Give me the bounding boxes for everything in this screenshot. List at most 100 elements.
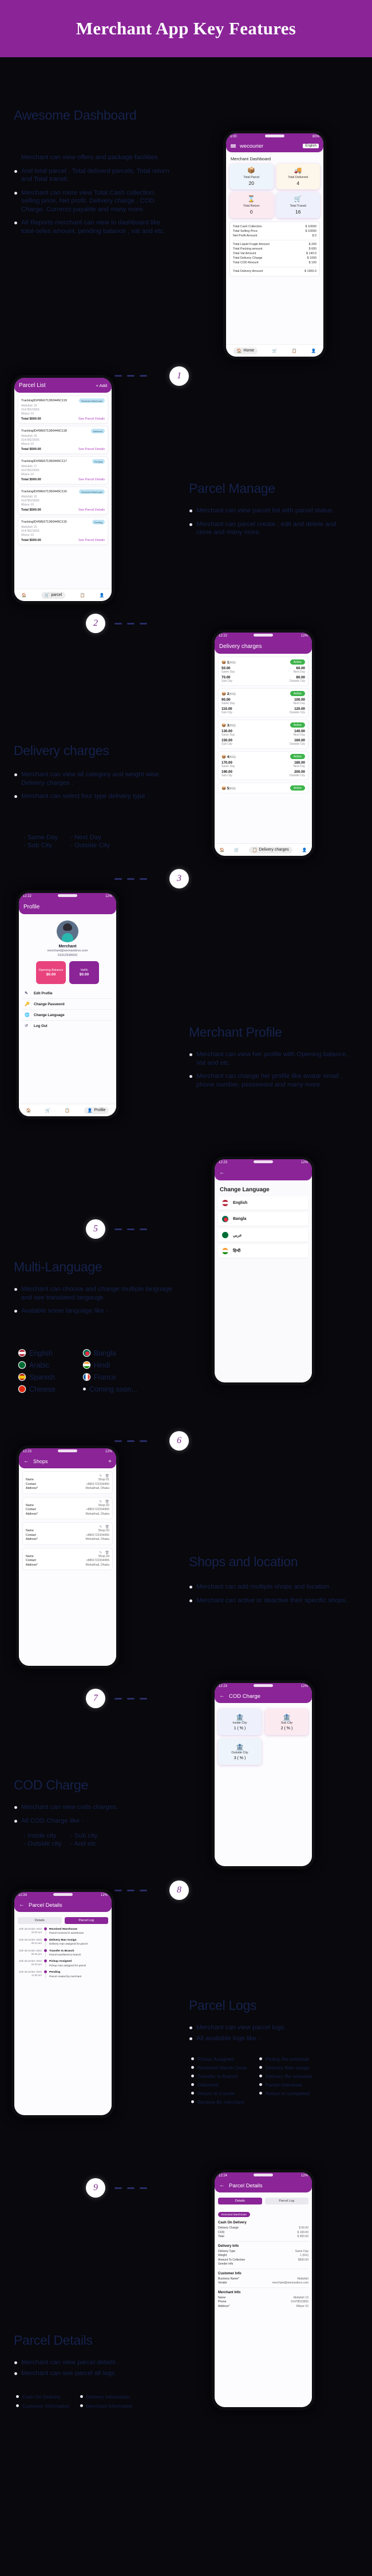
menu-item-change-language[interactable]: 🌐 Change Language	[22, 1010, 113, 1021]
back-arrow-icon[interactable]: ←	[23, 1459, 29, 1464]
delete-icon[interactable]: 🗑	[105, 1551, 109, 1555]
tab-parcel-log[interactable]: Parcel Log	[264, 2198, 308, 2204]
parcel-list-item[interactable]: TrackingID#WE671360446C119 Received Wareh…	[18, 396, 108, 424]
language-option-hindi[interactable]: हिन्दी	[218, 1244, 308, 1258]
menu-icon[interactable]	[231, 144, 236, 148]
phone-mockup-change-language: 12:23 12% ← Change Language English Bang…	[212, 1156, 315, 1385]
shop-card[interactable]: ✎ 🗑 Name Shop 04 Contact +8801722334455 Add…	[22, 1547, 113, 1570]
nav-profile[interactable]: 👤 Profile	[84, 1107, 109, 1114]
language-option-bangla[interactable]: Bangla	[218, 1212, 308, 1226]
status-battery: 12%	[100, 1893, 108, 1897]
app-bar: wecourier English	[226, 140, 323, 152]
tracking-id: TrackingID#WE671360445C117	[21, 460, 67, 463]
add-shop-button[interactable]: +	[108, 1459, 112, 1465]
tab-bar: Details Parcel Log	[218, 2198, 308, 2204]
back-arrow-icon[interactable]: ←	[219, 1693, 225, 1699]
cart-icon[interactable]: 🛒	[234, 848, 239, 852]
summary-row: Total Selling Price $ 10000	[233, 229, 316, 234]
step-badge-3: 3	[169, 869, 189, 888]
status-badge: Active	[290, 722, 305, 728]
field-value: $ 60.00	[299, 2226, 308, 2230]
home-icon[interactable]: 🏠	[26, 1108, 31, 1113]
cart-icon[interactable]: 🛒	[45, 1108, 50, 1113]
bottom-nav: 🏠 Home 🛒 📋 👤	[226, 344, 323, 357]
edit-icon[interactable]: ✎	[99, 1525, 102, 1529]
delete-icon[interactable]: 🗑	[105, 1474, 109, 1478]
parcel-total: Total $500.00	[21, 508, 41, 512]
delete-icon[interactable]: 🗑	[105, 1500, 109, 1504]
cart-icon[interactable]: 🛒	[272, 349, 277, 353]
delivery-charge-card[interactable]: 📦 4(KG) Active 170.00 Same Day 180.00 Next D…	[218, 751, 308, 780]
clipboard-icon[interactable]: 📋	[292, 349, 297, 353]
section-body-dashboard: Merchant can view offers and package fac…	[14, 153, 171, 240]
home-icon[interactable]: 🏠	[22, 593, 27, 598]
cod-card[interactable]: 🏦 Inside City 1 ( % )	[218, 1709, 262, 1735]
nav-home[interactable]: 🏠 Home	[233, 347, 258, 354]
timeline-line	[44, 1938, 47, 1946]
see-parcel-details-link[interactable]: See Parcel Details	[78, 417, 105, 421]
person-icon[interactable]: 👤	[100, 593, 105, 598]
delivery-charge-card[interactable]: 📦 1(KG) Active 50.00 Same Day 60.00 Next Day…	[218, 657, 308, 686]
step-badge-8: 9	[86, 2178, 105, 2198]
summary-row: Net Profit Amount $ 0	[233, 234, 316, 238]
divider	[218, 2287, 308, 2288]
menu-item-change-password[interactable]: 🔑 Change Password	[22, 999, 113, 1010]
stat-card[interactable]: ⌛ Total Return 0	[229, 192, 274, 218]
detail-type: Customer Information	[16, 2402, 70, 2409]
section-heading-merchant: Merchant Info	[218, 2290, 241, 2294]
stat-card[interactable]: 🛒 Total Transit 16	[276, 192, 320, 218]
delete-icon[interactable]: 🗑	[105, 1525, 109, 1529]
person-icon[interactable]: 👤	[302, 848, 307, 852]
delivery-charge-card[interactable]: 📦 2(KG) Active 90.00 Same Day 100.00 Next Da…	[218, 688, 308, 717]
menu-item-log-out[interactable]: ↺ Log Out	[22, 1021, 113, 1031]
language-selector[interactable]: English	[303, 144, 319, 148]
parcel-details-types: Cash On Delivery Customer Information De…	[16, 2393, 133, 2409]
parcel-list-item[interactable]: TrackingID#WE671360445C117 Pending Abdull…	[18, 456, 108, 484]
cod-card[interactable]: 🏦 Outside City 3 ( % )	[218, 1739, 262, 1765]
delivery-charge-card[interactable]: 📦 3(KG) Active 130.00 Same Day 140.00 Next D…	[218, 720, 308, 749]
shop-card[interactable]: ✎ 🗑 Name Shop 02 Contact +8801722334455 Add…	[22, 1496, 113, 1519]
see-parcel-details-link[interactable]: See Parcel Details	[78, 478, 105, 481]
back-arrow-icon[interactable]: ←	[219, 1170, 225, 1176]
back-arrow-icon[interactable]: ←	[219, 2183, 225, 2188]
parcel-list-item[interactable]: TrackingID#WE671360445C116 Received Wareh…	[18, 487, 108, 515]
see-parcel-details-link[interactable]: See Parcel Details	[78, 539, 105, 542]
status-badge: Active	[290, 785, 305, 791]
shop-card[interactable]: ✎ 🗑 Name Shop 03 Contact +8801722334455 Add…	[22, 1522, 113, 1545]
shop-card[interactable]: ✎ 🗑 Name Shop 01 Contact +8801722334455 Add…	[22, 1471, 113, 1494]
language-option-arabic[interactable]: عربي	[218, 1228, 308, 1242]
parcel-list-item[interactable]: TrackingID#WE671360445C115 Pending Abdull…	[18, 517, 108, 545]
timeline-date: 15th december 2022 06:45 pm	[18, 1949, 42, 1955]
nav-parcel[interactable]: 🛒 parcel	[41, 591, 66, 599]
back-arrow-icon[interactable]: ←	[19, 1902, 25, 1908]
field-value: +8801722334455	[86, 1533, 109, 1537]
see-parcel-details-link[interactable]: See Parcel Details	[78, 508, 105, 512]
delivery-charge-card[interactable]: 📦 5(KG) Active	[218, 783, 308, 793]
nav-delivery-charges[interactable]: 📋 Delivery charges	[248, 846, 292, 854]
language-entry: Hindi	[82, 1360, 137, 1370]
person-icon[interactable]: 👤	[311, 349, 316, 353]
language-column-right: Bangla Hindi France Coming soon...	[82, 1348, 137, 1394]
edit-icon[interactable]: ✎	[99, 1474, 102, 1478]
language-option-english[interactable]: English	[218, 1196, 308, 1210]
stat-card[interactable]: 📦 Total Parcel 20	[229, 164, 274, 189]
parcel-list-item[interactable]: TrackingID#WE671360446C118 Delivered Abdu…	[18, 426, 108, 454]
stat-card[interactable]: 🚚 Total Delivered 4	[276, 164, 320, 189]
cod-card[interactable]: 🏦 Sub City 2 ( % )	[265, 1709, 308, 1735]
summary-value: $ 140.0	[306, 252, 316, 255]
charge-value: 150.00	[221, 738, 232, 742]
menu-item-edit-profile[interactable]: ✎ Edit Profile	[22, 988, 113, 999]
edit-icon[interactable]: ✎	[99, 1500, 102, 1504]
clipboard-icon[interactable]: 📋	[80, 593, 85, 598]
cod-value: 2 ( % )	[280, 1726, 293, 1730]
clipboard-icon[interactable]: 📋	[65, 1108, 70, 1113]
tab-details[interactable]: Details	[218, 2198, 262, 2204]
tab-parcel-log[interactable]: Parcel Log	[64, 1917, 108, 1924]
add-parcel-button[interactable]: + Add	[96, 383, 107, 388]
edit-icon[interactable]: ✎	[99, 1551, 102, 1555]
home-icon[interactable]: 🏠	[219, 848, 224, 852]
field-value: Mohakhali, Dhaka	[85, 1487, 109, 1490]
see-parcel-details-link[interactable]: See Parcel Details	[78, 448, 105, 451]
tab-details[interactable]: Details	[18, 1917, 62, 1924]
avatar[interactable]	[57, 920, 78, 942]
